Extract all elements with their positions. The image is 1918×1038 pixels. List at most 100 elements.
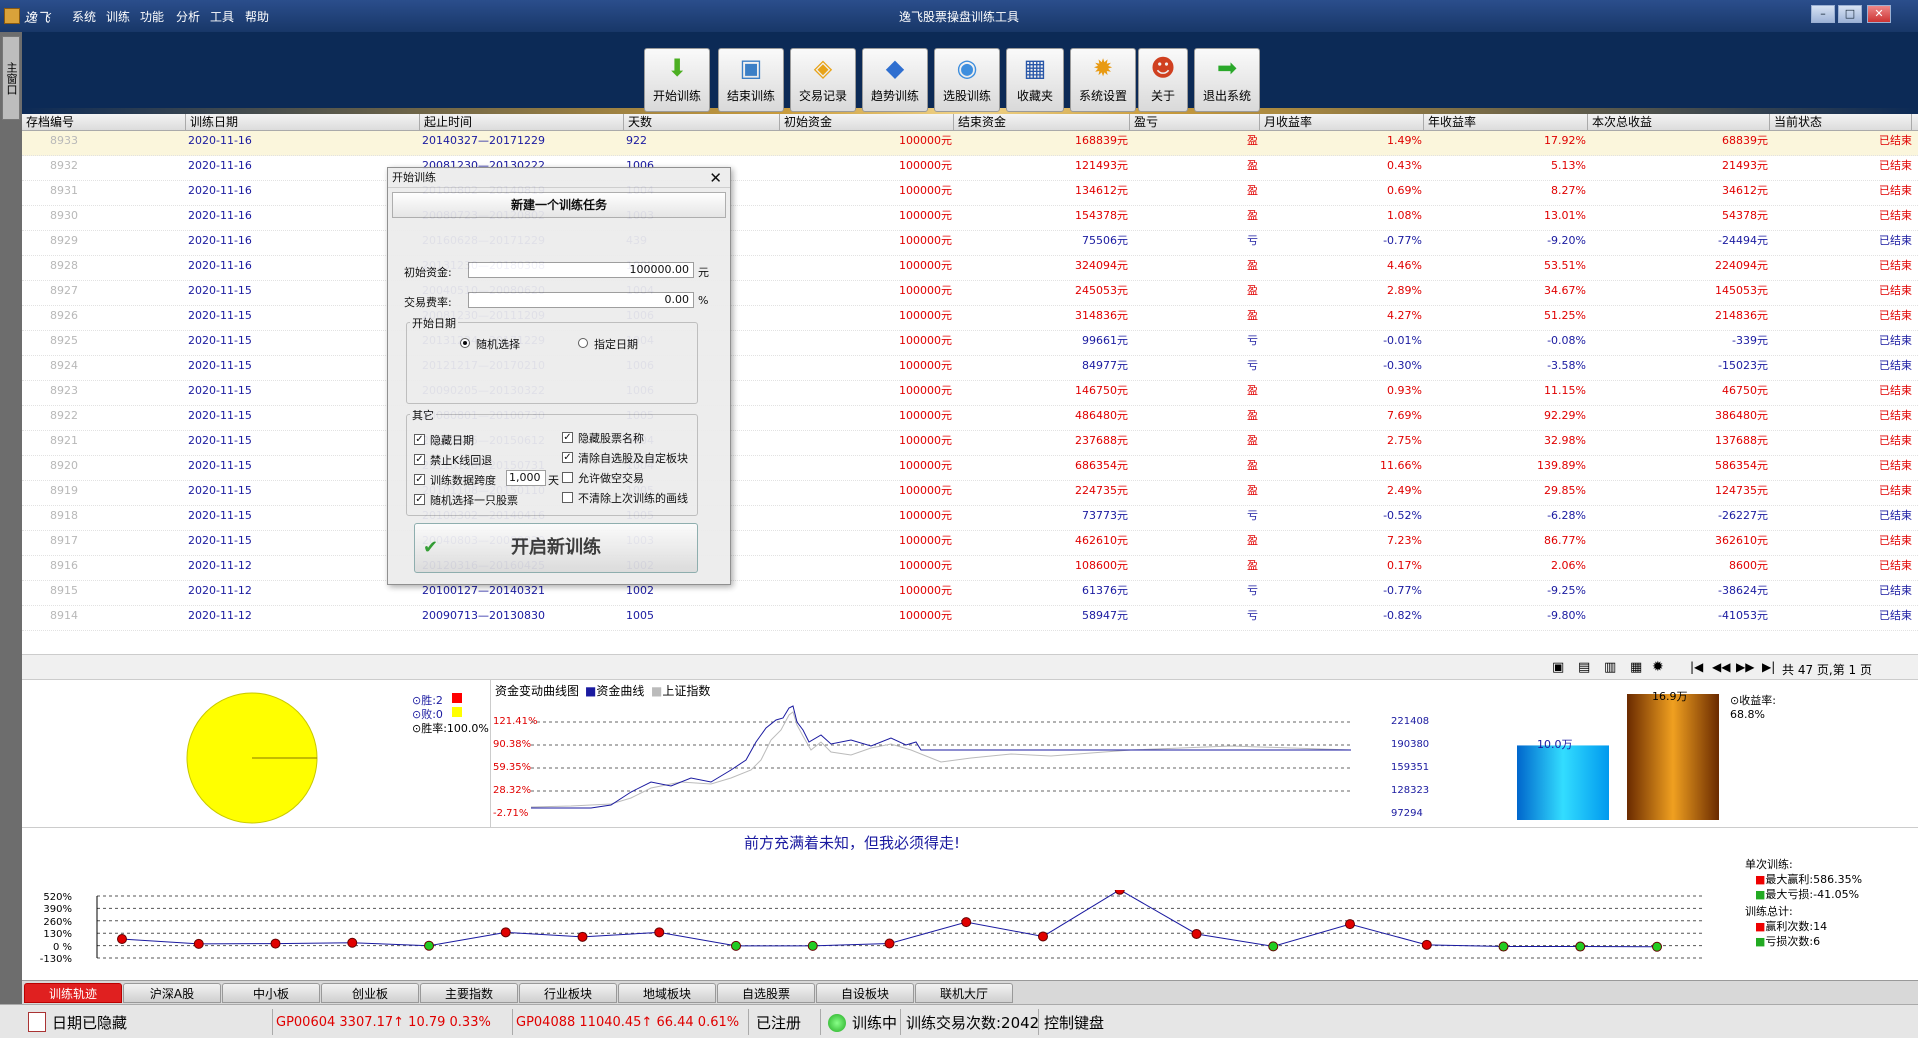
table-row[interactable]: 89182020-11-1520100302—20140416100510000…: [22, 506, 1918, 531]
table-row[interactable]: 8914 2020-11-12 20090713—20130830 1005 10000…: [22, 606, 1918, 631]
start-new-training-button[interactable]: ✔ 开启新训练: [414, 523, 698, 573]
toolbar-button-8[interactable]: ➡ 退出系统: [1194, 48, 1260, 112]
column-header[interactable]: 起止时间: [420, 114, 624, 131]
delete-icon[interactable]: ▦: [1630, 660, 1642, 675]
table-row[interactable]: 89232020-11-1520090205—20130322100610000…: [22, 381, 1918, 406]
table-row[interactable]: 89292020-11-1620160628—20171229439100000…: [22, 231, 1918, 256]
profit-point[interactable]: [807, 940, 818, 951]
profit-point[interactable]: [731, 940, 741, 951]
table-row[interactable]: 89162020-11-1220120316—20160425100210000…: [22, 556, 1918, 581]
view-icon-2[interactable]: ▤: [1578, 660, 1590, 675]
profit-point[interactable]: [1114, 890, 1125, 895]
profit-point[interactable]: [1191, 928, 1202, 939]
no-rewind-checkbox[interactable]: ✓: [414, 454, 425, 465]
toolbar-button-6[interactable]: ✹ 系统设置: [1070, 48, 1136, 112]
view-icon-3[interactable]: ▥: [1604, 660, 1616, 675]
profit-point[interactable]: [193, 938, 204, 949]
keep-lines-checkbox[interactable]: [562, 492, 573, 503]
hide-date-checkbox[interactable]: ✓: [414, 434, 425, 445]
clear-selection-checkbox[interactable]: ✓: [562, 452, 573, 463]
maximize-button[interactable]: □: [1838, 5, 1862, 23]
profit-point[interactable]: [1575, 941, 1586, 952]
profit-point[interactable]: [117, 934, 127, 945]
column-header[interactable]: 训练日期: [186, 114, 420, 131]
table-row[interactable]: 89242020-11-1520121217—20170210100610000…: [22, 356, 1918, 381]
toolbar-button-3[interactable]: ◆ 趋势训练: [862, 48, 928, 112]
fee-rate-input[interactable]: 0.00: [468, 292, 694, 308]
column-header[interactable]: 本次总收益: [1588, 114, 1770, 131]
profit-point[interactable]: [347, 937, 358, 948]
tab-8[interactable]: 自设板块: [816, 983, 914, 1003]
tab-1[interactable]: 沪深A股: [123, 983, 221, 1003]
table-row[interactable]: 89202020-11-1520110108—20150731100410000…: [22, 456, 1918, 481]
data-span-input[interactable]: 1,000: [506, 470, 546, 486]
profit-point[interactable]: [577, 931, 588, 942]
profit-point[interactable]: [424, 940, 434, 951]
toolbar-button-7[interactable]: ☻ 关于: [1138, 48, 1188, 112]
first-page-icon[interactable]: |◀: [1690, 660, 1703, 674]
status-keyboard[interactable]: 控制键盘: [1044, 1013, 1104, 1033]
tab-4[interactable]: 主要指数: [420, 983, 518, 1003]
table-row[interactable]: 8932 2020-11-16 20081230—20130222 1006 10000…: [22, 156, 1918, 181]
init-capital-input[interactable]: 100000.00: [468, 262, 694, 278]
tab-6[interactable]: 地域板块: [618, 983, 716, 1003]
prev-page-icon[interactable]: ◀◀: [1712, 660, 1730, 674]
random-one-stock-checkbox[interactable]: ✓: [414, 494, 425, 505]
specified-date-radio[interactable]: [578, 338, 588, 348]
profit-point[interactable]: [270, 938, 281, 949]
column-header[interactable]: 当前状态: [1770, 114, 1912, 131]
profit-point[interactable]: [1652, 941, 1662, 952]
table-row[interactable]: 8933 2020-11-16 20140327—20171229 922 100000…: [22, 131, 1918, 156]
profit-point[interactable]: [1268, 941, 1279, 952]
profit-point[interactable]: [1498, 941, 1509, 952]
last-page-icon[interactable]: ▶|: [1762, 660, 1775, 674]
toolbar-button-5[interactable]: ▦ 收藏夹: [1006, 48, 1064, 112]
column-header[interactable]: 结束资金: [954, 114, 1130, 131]
tab-7[interactable]: 自选股票: [717, 983, 815, 1003]
table-row[interactable]: 89272020-11-1520040510—20080620100410000…: [22, 281, 1918, 306]
profit-point[interactable]: [1345, 919, 1355, 930]
tab-3[interactable]: 创业板: [321, 983, 419, 1003]
table-row[interactable]: 89312020-11-1620100802—20140819100410000…: [22, 181, 1918, 206]
table-row[interactable]: 89222020-11-1520080801—20100730100510000…: [22, 406, 1918, 431]
table-row[interactable]: 89252020-11-1520131224—20171229100410000…: [22, 331, 1918, 356]
tab-9[interactable]: 联机大厅: [915, 983, 1013, 1003]
table-row[interactable]: 8915 2020-11-12 20100127—20140321 1002 10000…: [22, 581, 1918, 606]
profit-point[interactable]: [884, 938, 895, 949]
tab-2[interactable]: 中小板: [222, 983, 320, 1003]
column-header[interactable]: 年收益率: [1424, 114, 1588, 131]
toolbar-button-4[interactable]: ◉ 选股训练: [934, 48, 1000, 112]
column-header[interactable]: 存档编号: [22, 114, 186, 131]
allow-short-checkbox[interactable]: [562, 472, 573, 483]
data-span-checkbox[interactable]: ✓: [414, 474, 425, 485]
profit-point[interactable]: [654, 927, 665, 938]
table-row[interactable]: 89192020-11-1520101108—20150110100510000…: [22, 481, 1918, 506]
table-row[interactable]: 89302020-11-1620080723—20120802100310000…: [22, 206, 1918, 231]
column-header[interactable]: 盈亏: [1130, 114, 1260, 131]
toolbar-button-2[interactable]: ◈ 交易记录: [790, 48, 856, 112]
profit-point[interactable]: [961, 917, 972, 928]
dialog-close-icon[interactable]: ✕: [709, 169, 722, 187]
table-row[interactable]: 89282020-11-1620131230—20180308100510000…: [22, 256, 1918, 281]
settings-gear-icon[interactable]: ✹: [1652, 659, 1664, 675]
toolbar-button-0[interactable]: ⬇ 开始训练: [644, 48, 710, 112]
column-header[interactable]: 天数: [624, 114, 780, 131]
random-select-radio[interactable]: [460, 338, 470, 348]
table-row[interactable]: 89172020-11-1520040803—20080820100310000…: [22, 531, 1918, 556]
profit-point[interactable]: [1038, 931, 1048, 942]
tab-5[interactable]: 行业板块: [519, 983, 617, 1003]
profit-point[interactable]: [500, 927, 511, 938]
main-window-tab[interactable]: 主窗口: [2, 36, 20, 120]
next-page-icon[interactable]: ▶▶: [1736, 660, 1754, 674]
close-button[interactable]: ✕: [1867, 5, 1891, 23]
table-row[interactable]: 89262020-11-1520081230—20111209100610000…: [22, 306, 1918, 331]
column-header[interactable]: 月收益率: [1260, 114, 1424, 131]
toolbar-button-1[interactable]: ▣ 结束训练: [718, 48, 784, 112]
tab-0[interactable]: 训练轨迹: [24, 983, 122, 1003]
table-row[interactable]: 89212020-11-1520110525—20150612100410000…: [22, 431, 1918, 456]
minimize-button[interactable]: –: [1811, 5, 1835, 23]
column-header[interactable]: 初始资金: [780, 114, 954, 131]
hide-name-checkbox[interactable]: ✓: [562, 432, 573, 443]
profit-point[interactable]: [1421, 939, 1432, 950]
view-icon-1[interactable]: ▣: [1552, 660, 1564, 675]
